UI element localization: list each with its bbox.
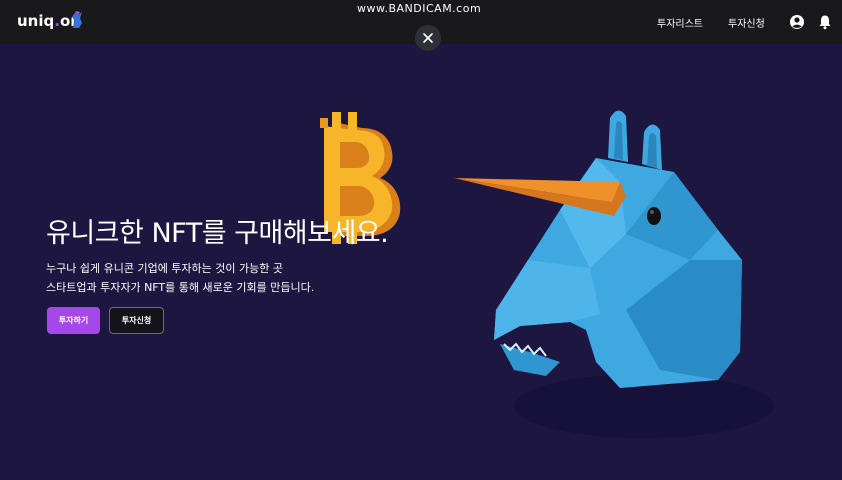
recording-watermark: www.BANDICAM.com [357,2,482,15]
unicorn-logo-icon [72,11,82,28]
hero-title: 유니크한 NFT를 구매해보세요. [46,218,389,250]
close-icon [423,33,433,43]
nav-invest-list[interactable]: 투자리스트 [657,15,703,30]
bell-icon[interactable] [817,14,833,30]
apply-investment-button[interactable]: 투자신청 [109,307,164,334]
hero-description: 누구나 쉽게 유니콘 기업에 투자하는 것이 가능한 곳 스타트업과 투자자가 … [46,259,314,297]
invest-button[interactable]: 투자하기 [47,307,100,334]
nav-invest-apply[interactable]: 투자신청 [728,15,765,30]
logo-text: uniq [17,12,55,30]
close-button[interactable] [415,25,441,51]
account-circle-icon[interactable] [789,14,805,30]
hero-description-line-1: 누구나 쉽게 유니콘 기업에 투자하는 것이 가능한 곳 [46,262,283,275]
hero-description-line-2: 스타트업과 투자자가 NFT를 통해 새로운 기회를 만듭니다. [46,281,315,294]
unicorn-illustration [454,110,774,438]
